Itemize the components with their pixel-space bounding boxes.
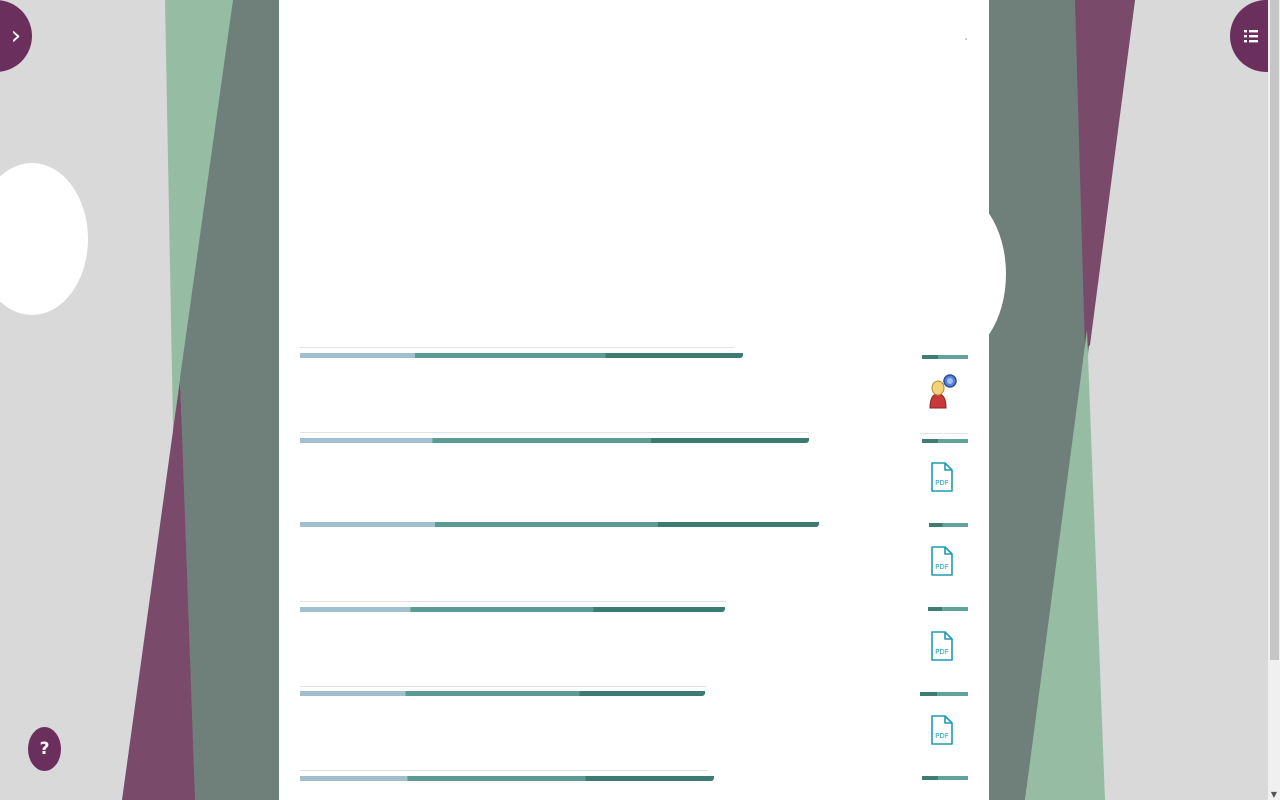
svg-text:PDF: PDF [935,479,949,487]
row-divider-hairline [300,432,809,433]
row-divider-hairline [300,347,734,348]
page-mark [965,38,967,40]
scroll-down-arrow-icon[interactable]: ▼ [1269,790,1279,800]
row-divider [300,353,743,358]
row-divider-right [920,692,968,696]
people-icon[interactable] [926,372,960,412]
pdf-icon[interactable]: PDF [930,545,954,577]
row-divider [300,607,725,612]
row-divider-hairline [300,686,706,687]
row-divider-right [928,607,968,611]
chevron-right-icon: › [10,21,22,51]
svg-text:PDF: PDF [935,732,949,740]
scrollbar-thumb[interactable] [1270,0,1279,660]
pdf-icon[interactable]: PDF [930,461,954,493]
row-divider-right-hairline [920,433,968,434]
decorative-circle-right [895,190,1006,358]
svg-text:PDF: PDF [935,563,949,571]
row-divider [300,438,809,443]
row-divider [300,691,705,696]
list-icon [1244,30,1258,43]
help-button[interactable]: ? [28,727,61,771]
row-divider-right [922,355,968,359]
row-divider [300,776,714,781]
pdf-icon[interactable]: PDF [930,714,954,746]
row-divider-right [922,439,968,443]
row-divider-right [929,523,968,527]
content-page [279,0,989,800]
row-divider [300,522,819,527]
svg-text:PDF: PDF [935,648,949,656]
row-divider-hairline [300,770,708,771]
row-divider-right [922,776,968,780]
help-icon: ? [39,739,50,759]
pdf-icon[interactable]: PDF [930,630,954,662]
row-divider-hairline [300,601,726,602]
